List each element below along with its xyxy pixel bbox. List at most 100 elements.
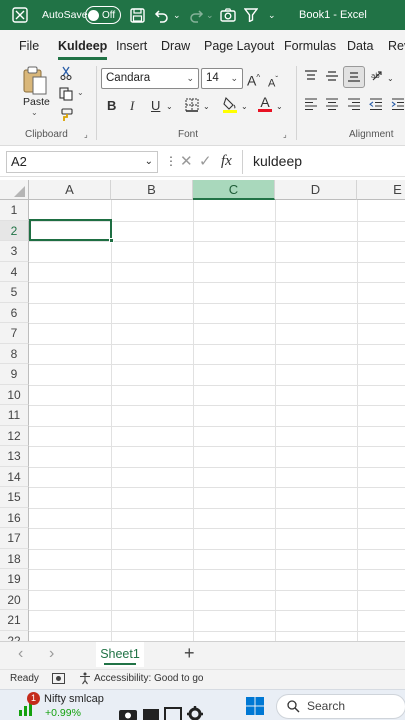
- decrease-indent-icon[interactable]: [369, 98, 383, 114]
- borders-dropdown-icon[interactable]: ⌄: [203, 99, 210, 115]
- save-icon[interactable]: [130, 0, 145, 30]
- row-header[interactable]: 16: [0, 507, 29, 528]
- tab-data[interactable]: Data: [347, 30, 373, 60]
- row-header[interactable]: 11: [0, 405, 29, 426]
- next-sheet-icon[interactable]: ›: [49, 645, 54, 663]
- copy-dropdown-icon[interactable]: ⌄: [77, 88, 84, 97]
- tab-page-layout[interactable]: Page Layout: [204, 30, 274, 60]
- tab-file[interactable]: File: [19, 30, 39, 60]
- sheet-tab-sheet1[interactable]: Sheet1: [96, 642, 144, 667]
- tab-insert[interactable]: Insert: [116, 30, 147, 60]
- row-header[interactable]: 19: [0, 569, 29, 590]
- font-size-select[interactable]: 14 ⌄: [201, 68, 243, 89]
- row-header[interactable]: 15: [0, 487, 29, 508]
- borders-icon[interactable]: [185, 98, 199, 116]
- row-header[interactable]: 12: [0, 425, 29, 446]
- excel-logo-icon[interactable]: [12, 0, 28, 30]
- macro-record-icon[interactable]: [52, 673, 65, 688]
- row-header[interactable]: 17: [0, 528, 29, 549]
- shrink-font-button[interactable]: Aˇ: [268, 72, 278, 92]
- column-header-a[interactable]: A: [29, 180, 111, 200]
- redo-icon[interactable]: [188, 0, 204, 30]
- undo-dropdown-icon[interactable]: ⌄: [173, 0, 181, 30]
- row-header[interactable]: 9: [0, 364, 29, 385]
- prev-sheet-icon[interactable]: ‹: [18, 645, 23, 663]
- row-header[interactable]: 18: [0, 548, 29, 569]
- row-header[interactable]: 20: [0, 589, 29, 610]
- active-cell[interactable]: [29, 219, 114, 243]
- column-header-c[interactable]: C: [193, 180, 275, 200]
- bold-button[interactable]: B: [107, 98, 116, 114]
- more-options-icon[interactable]: ⋮: [165, 154, 177, 168]
- row-header[interactable]: 4: [0, 261, 29, 282]
- taskbar-search[interactable]: Search: [276, 694, 405, 719]
- cut-icon[interactable]: [58, 66, 74, 84]
- orientation-dropdown-icon[interactable]: ⌄: [387, 71, 394, 87]
- camera-app-icon[interactable]: [118, 706, 138, 720]
- paste-dropdown-icon[interactable]: ⌄: [31, 108, 38, 117]
- row-header[interactable]: 13: [0, 446, 29, 467]
- row-header[interactable]: 6: [0, 302, 29, 323]
- align-middle-icon[interactable]: [325, 70, 339, 86]
- column-header-b[interactable]: B: [111, 180, 193, 200]
- clipboard-launcher-icon[interactable]: ⌟: [84, 130, 88, 139]
- orientation-icon[interactable]: ab: [370, 68, 386, 88]
- font-color-dropdown-icon[interactable]: ⌄: [276, 99, 283, 115]
- add-sheet-button[interactable]: +: [184, 643, 195, 664]
- camera-icon[interactable]: [220, 0, 236, 30]
- italic-button[interactable]: I: [130, 98, 134, 114]
- column-header-d[interactable]: D: [275, 180, 357, 200]
- underline-dropdown-icon[interactable]: ⌄: [166, 99, 173, 115]
- windows-start-icon[interactable]: [245, 696, 265, 720]
- settings-gear-icon[interactable]: [186, 705, 204, 720]
- redo-dropdown-icon[interactable]: ⌄: [206, 0, 214, 30]
- filter-icon[interactable]: [244, 0, 258, 30]
- undo-icon[interactable]: [154, 0, 170, 30]
- align-left-icon[interactable]: [304, 98, 318, 114]
- tab-review[interactable]: Rev: [388, 30, 405, 60]
- autosave-toggle[interactable]: Off: [85, 0, 121, 30]
- align-bottom-button[interactable]: [343, 66, 365, 88]
- font-color-button[interactable]: A: [258, 94, 272, 112]
- name-box[interactable]: A2 ⌄: [6, 151, 158, 173]
- insert-function-button[interactable]: fx: [221, 153, 232, 170]
- row-header[interactable]: 1: [0, 200, 29, 221]
- align-right-icon[interactable]: [347, 98, 361, 114]
- fill-color-icon[interactable]: [222, 96, 238, 118]
- format-painter-icon[interactable]: [58, 108, 74, 126]
- row-header[interactable]: 8: [0, 343, 29, 364]
- tab-draw[interactable]: Draw: [161, 30, 190, 60]
- row-header[interactable]: 2: [0, 220, 29, 241]
- row-header[interactable]: 21: [0, 610, 29, 631]
- font-name-select[interactable]: Candara ⌄: [101, 68, 199, 89]
- fill-color-dropdown-icon[interactable]: ⌄: [241, 99, 248, 115]
- confirm-entry-icon[interactable]: ✓: [199, 152, 212, 170]
- window-app-icon[interactable]: [164, 706, 182, 720]
- tab-kuldeep[interactable]: Kuldeep: [58, 30, 108, 60]
- grow-font-button[interactable]: A^: [247, 70, 260, 89]
- row-header[interactable]: 3: [0, 241, 29, 262]
- tab-formulas[interactable]: Formulas: [284, 30, 336, 60]
- fill-handle[interactable]: [109, 238, 114, 243]
- accessibility-icon[interactable]: [79, 672, 91, 688]
- select-all-button[interactable]: [0, 180, 29, 200]
- align-top-icon[interactable]: [304, 70, 318, 86]
- customize-toolbar-icon[interactable]: ⌄: [268, 0, 276, 30]
- row-header[interactable]: 10: [0, 384, 29, 405]
- row-header[interactable]: 5: [0, 282, 29, 303]
- align-center-icon[interactable]: [325, 98, 339, 114]
- underline-button[interactable]: U: [151, 98, 160, 114]
- copy-icon[interactable]: [58, 87, 74, 105]
- folder-app-icon[interactable]: [142, 706, 160, 720]
- increase-indent-icon[interactable]: [391, 98, 405, 114]
- cancel-entry-icon[interactable]: ✕: [180, 152, 193, 170]
- widget-title[interactable]: Nifty smlcap: [44, 693, 104, 705]
- worksheet-grid[interactable]: A B C D E 1 2 3 4 5 6 7 8 9 10 11 12 13 14 15 16 17 18 19 2…: [0, 178, 405, 641]
- paste-label[interactable]: Paste: [23, 96, 50, 108]
- row-header[interactable]: 7: [0, 323, 29, 344]
- row-header[interactable]: 22: [0, 630, 29, 641]
- formula-input[interactable]: kuldeep: [253, 153, 302, 169]
- column-header-e[interactable]: E: [357, 180, 405, 200]
- accessibility-status[interactable]: Accessibility: Good to go: [94, 673, 204, 684]
- font-launcher-icon[interactable]: ⌟: [283, 130, 287, 139]
